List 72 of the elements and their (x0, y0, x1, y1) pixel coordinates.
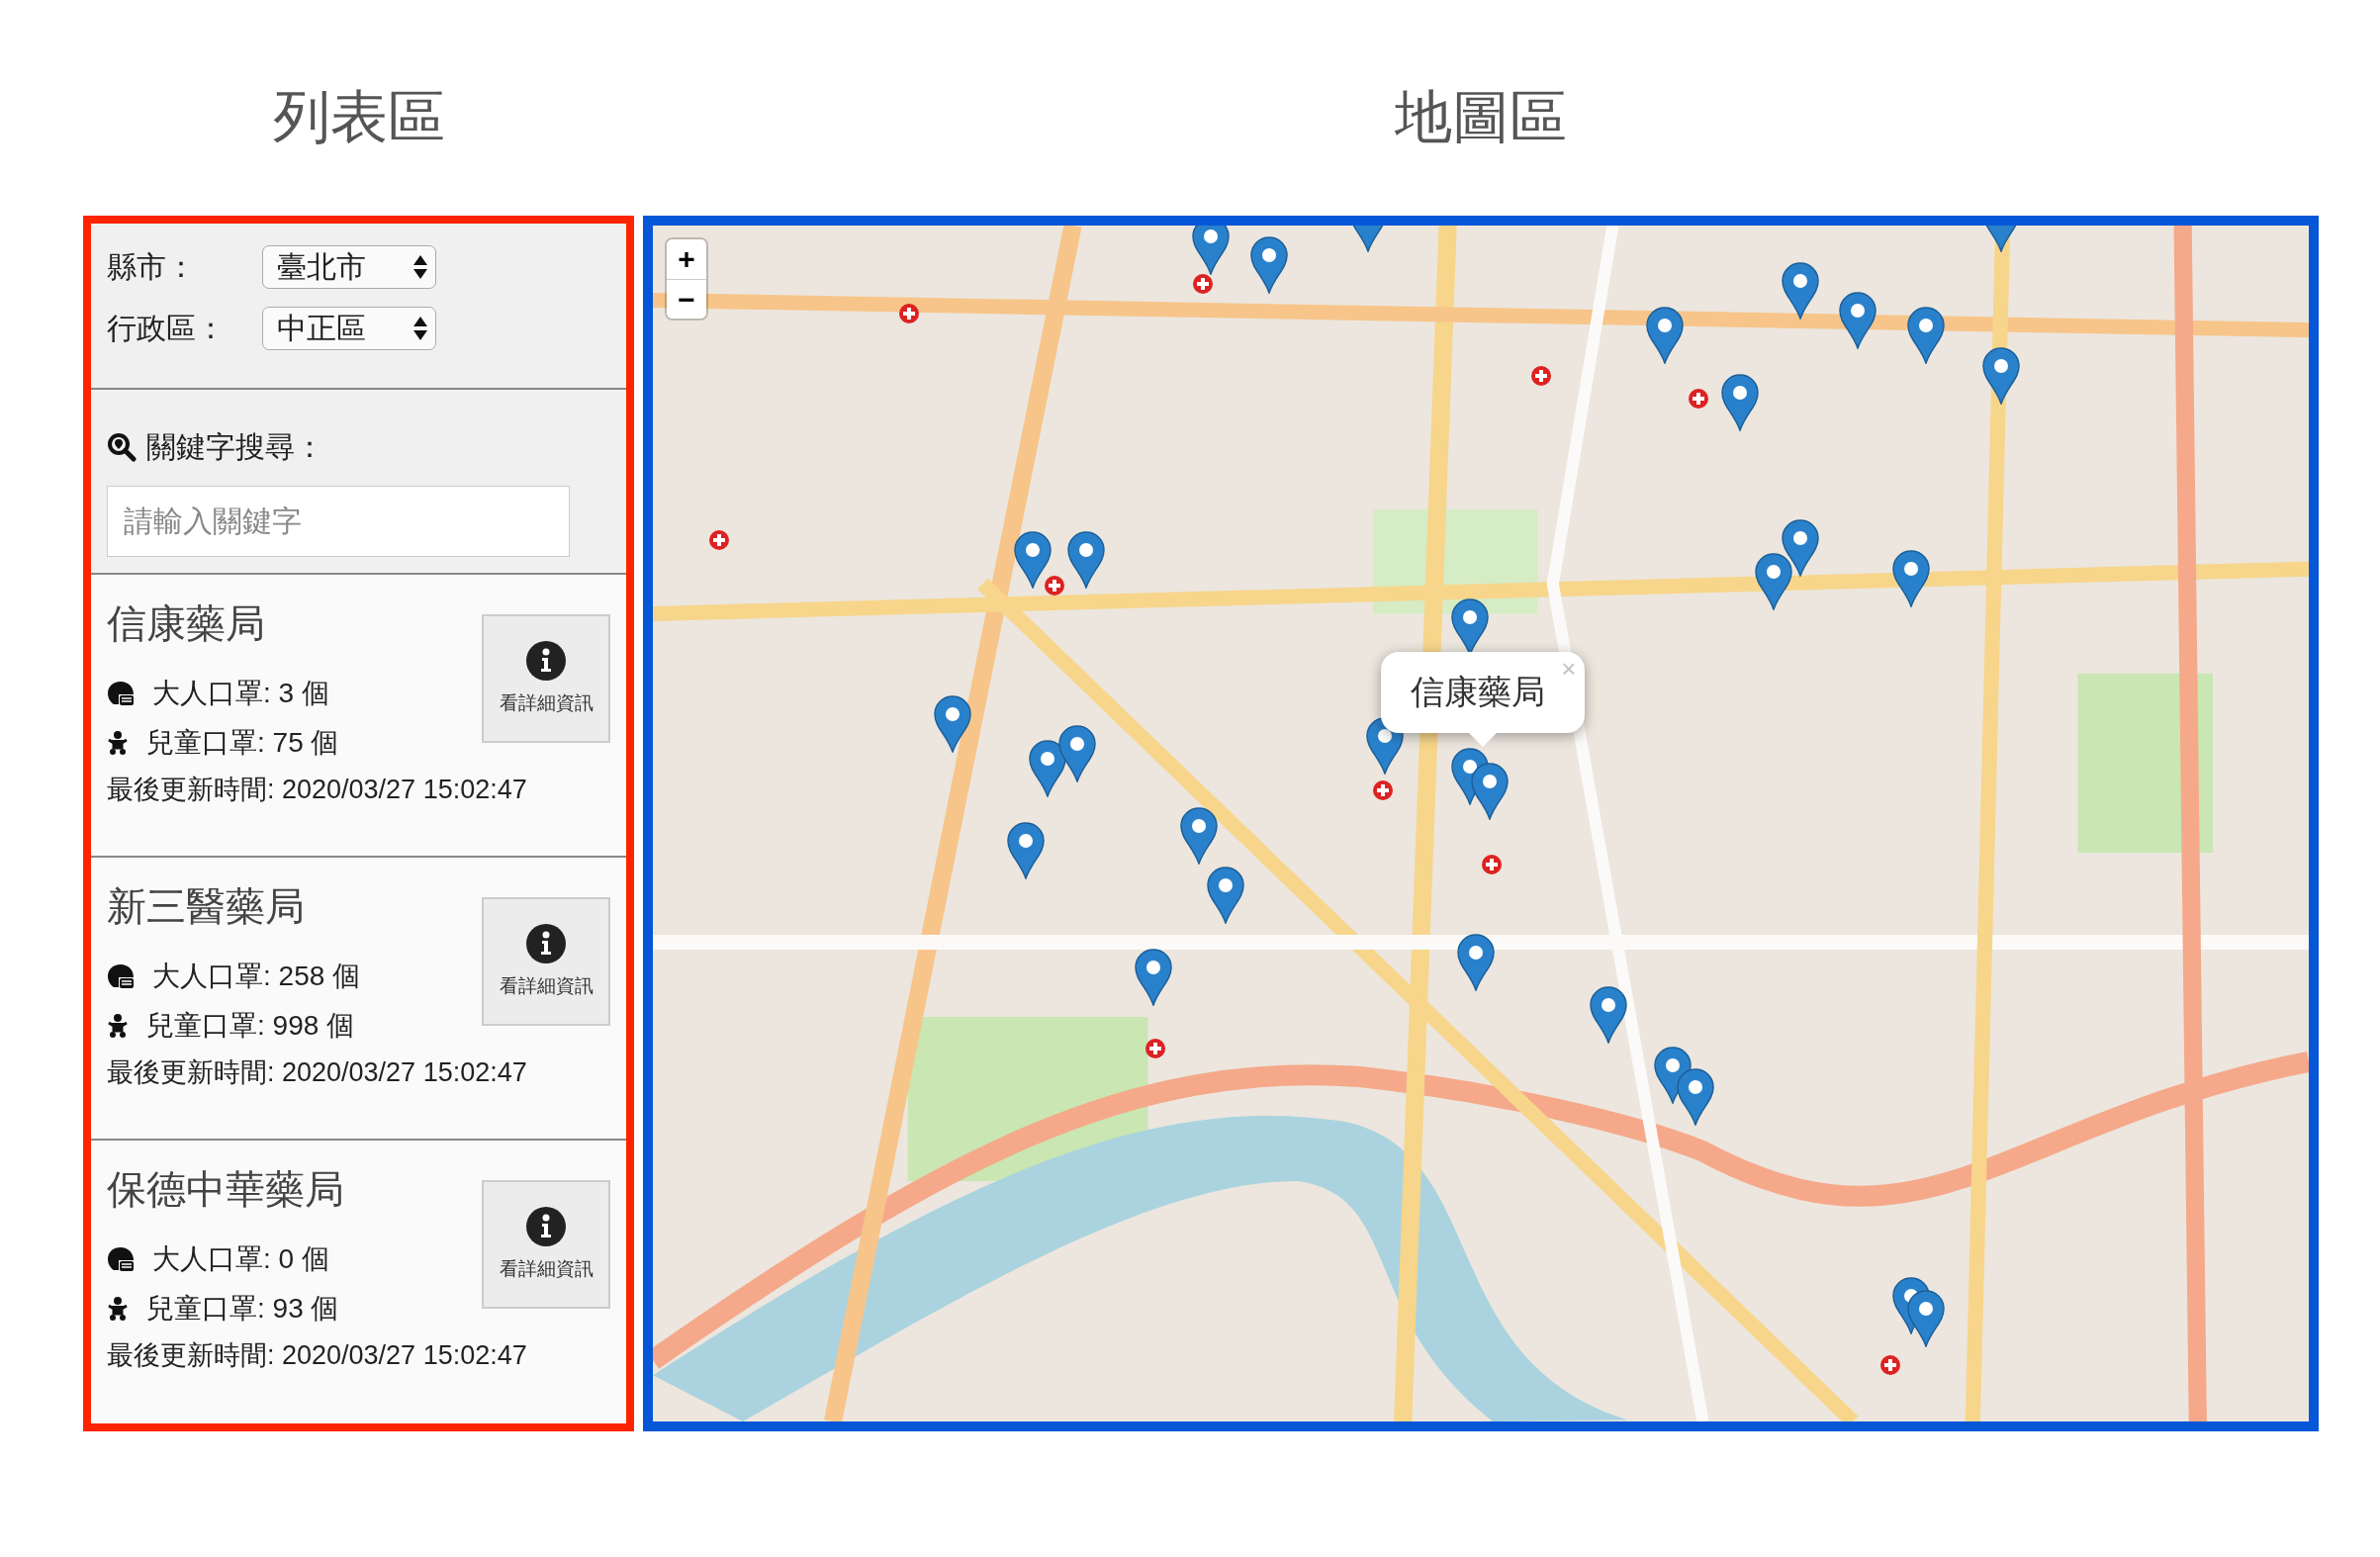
map-pin-icon[interactable] (1058, 725, 1097, 783)
baby-icon (107, 730, 129, 757)
map-pin-icon[interactable] (1781, 262, 1819, 321)
map-pin-icon[interactable] (1907, 307, 1946, 365)
hospital-icon (898, 303, 921, 325)
info-icon (526, 641, 566, 682)
pharmacy-name: 新三醫藥局 (107, 883, 306, 931)
list-area-heading: 列表區 (271, 83, 446, 150)
map-pin-icon[interactable] (1067, 530, 1106, 589)
map-pin-icon[interactable] (1135, 949, 1173, 1007)
details-button[interactable]: 看詳細資訊 (482, 1180, 610, 1310)
masked-head-icon (107, 1246, 135, 1273)
map-pin-icon[interactable] (1457, 934, 1496, 992)
details-button[interactable]: 看詳細資訊 (482, 614, 610, 744)
child-mask-count: 兒童口罩: 93 個 (146, 1292, 339, 1327)
up-down-arrows-icon (413, 255, 427, 279)
dropdown[interactable]: 中正區 (262, 307, 436, 350)
map-pin-icon[interactable] (1007, 822, 1046, 880)
baby-icon (107, 1296, 129, 1323)
map-pin-icon[interactable] (1892, 550, 1931, 608)
map-pin-icon[interactable] (1676, 1068, 1714, 1127)
map-pin-icon[interactable] (1471, 762, 1510, 820)
map-pin-icon[interactable] (1192, 226, 1231, 275)
adult-mask-count: 大人口罩: 0 個 (152, 1242, 329, 1277)
hospital-icon (1687, 388, 1709, 411)
masked-head-icon (107, 681, 135, 707)
map-pin-icon[interactable] (1646, 307, 1685, 365)
map-pin-icon[interactable] (1179, 806, 1218, 865)
search-label: 關鍵字搜尋： (146, 428, 324, 465)
hospital-icon (1144, 1037, 1166, 1059)
info-icon (526, 1207, 566, 1247)
map-pin-icon[interactable] (1207, 867, 1245, 925)
baby-icon (107, 1013, 129, 1040)
map-pin-icon[interactable] (1781, 518, 1819, 577)
hospital-icon (1192, 272, 1215, 295)
hospital-icon (1878, 1353, 1901, 1376)
keyword-input-field[interactable]: 請輸入關鍵字 (107, 485, 570, 557)
hospital-icon (1044, 574, 1066, 596)
dropdown[interactable]: 臺北市 (262, 245, 436, 289)
info-icon (526, 924, 566, 964)
child-mask-count: 兒童口罩: 75 個 (146, 726, 339, 761)
popup-title: 信康藥局 (1410, 672, 1545, 713)
child-mask-count: 兒童口罩: 998 個 (146, 1009, 355, 1044)
hospital-icon (707, 529, 730, 552)
map-pin-icon[interactable] (1982, 347, 2021, 406)
pharmacy-name: 保德中華藥局 (107, 1166, 345, 1214)
map-pin-icon[interactable] (1721, 374, 1760, 432)
map-pin-icon[interactable] (1589, 986, 1627, 1045)
hospital-icon (1529, 365, 1552, 388)
search-icon (107, 432, 137, 463)
map-pin-icon[interactable] (1907, 1289, 1946, 1347)
update-time: 最後更新時間: 2020/03/27 15:02:47 (107, 1339, 528, 1373)
map-area-heading: 地圖區 (1394, 83, 1568, 150)
masked-head-icon (107, 963, 135, 990)
map-pin-icon[interactable] (1028, 740, 1066, 798)
filter-label: 行政區： (107, 310, 227, 346)
map-pin-icon[interactable] (934, 694, 972, 753)
filter-label: 縣市： (107, 248, 197, 285)
hospital-icon (1372, 778, 1395, 801)
map-pin-icon[interactable] (1838, 292, 1877, 350)
adult-mask-count: 大人口罩: 3 個 (152, 677, 329, 711)
map-pin-icon[interactable] (1250, 236, 1289, 295)
details-button[interactable]: 看詳細資訊 (482, 897, 610, 1027)
up-down-arrows-icon (413, 317, 427, 340)
update-time: 最後更新時間: 2020/03/27 15:02:47 (107, 774, 528, 807)
zoom-out-button[interactable]: − (667, 279, 706, 319)
hospital-icon (1480, 853, 1503, 875)
update-time: 最後更新時間: 2020/03/27 15:02:47 (107, 1056, 528, 1090)
pharmacy-name: 信康藥局 (107, 600, 266, 648)
map-pin-icon[interactable] (1754, 553, 1792, 611)
adult-mask-count: 大人口罩: 258 個 (152, 960, 361, 994)
map-pin-icon[interactable] (1013, 530, 1052, 589)
